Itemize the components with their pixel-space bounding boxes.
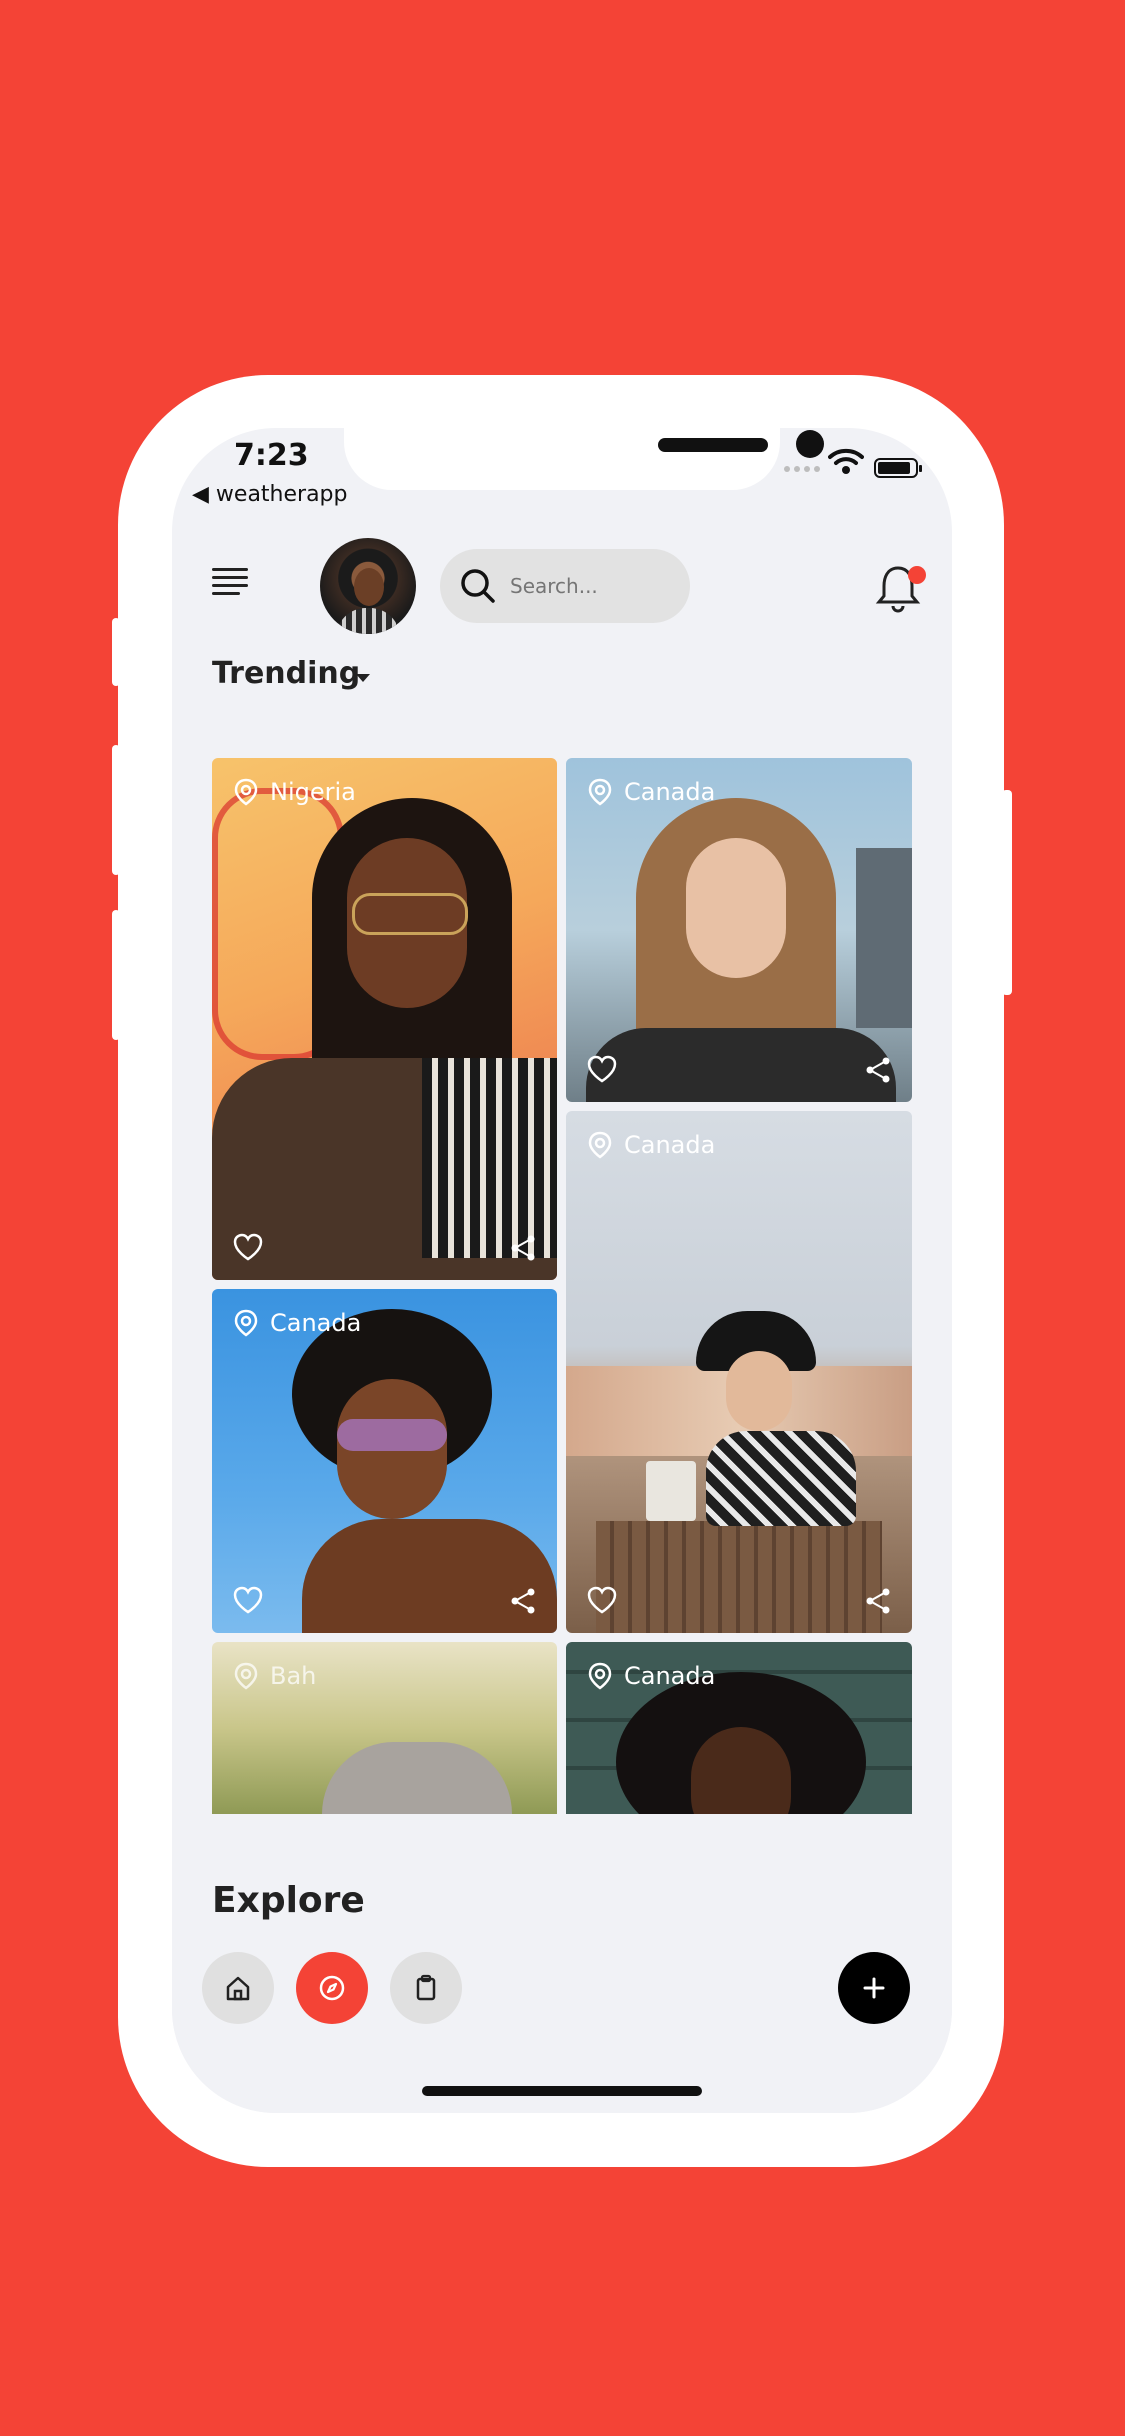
speaker xyxy=(658,438,768,452)
location-label: Canada xyxy=(232,1309,361,1337)
location-label: Canada xyxy=(586,1131,715,1159)
app-screen: 7:23 ◀ weatherapp Trending xyxy=(172,428,952,2113)
phone-side-button xyxy=(1002,790,1012,995)
share-icon[interactable] xyxy=(509,1234,537,1262)
plus-icon xyxy=(863,1977,885,1999)
search-input[interactable] xyxy=(508,573,672,599)
avatar-shirt xyxy=(336,608,400,634)
back-to-app[interactable]: ◀ weatherapp xyxy=(192,482,347,507)
face-shape xyxy=(726,1351,792,1431)
building-shape xyxy=(856,848,912,1028)
location-pin-icon xyxy=(588,1131,612,1159)
add-button[interactable] xyxy=(838,1952,910,2024)
glasses-shape xyxy=(352,893,468,935)
table-shape xyxy=(596,1521,882,1633)
hat-shape xyxy=(322,1742,512,1814)
phone-side-button xyxy=(112,910,120,1040)
shoulder-shape xyxy=(302,1519,557,1633)
search-bar[interactable] xyxy=(440,549,690,623)
menu-icon[interactable] xyxy=(212,568,248,598)
notch xyxy=(344,428,824,490)
nav-home-button[interactable] xyxy=(202,1952,274,2024)
heart-icon[interactable] xyxy=(232,1232,264,1262)
clipboard-icon xyxy=(416,1974,436,2001)
nav-explore-button[interactable] xyxy=(296,1952,368,2024)
heart-icon[interactable] xyxy=(586,1585,618,1615)
wifi-icon xyxy=(828,448,864,474)
photo-card-nigeria[interactable]: Nigeria xyxy=(212,758,557,1280)
location-pin-icon xyxy=(588,1662,612,1690)
heart-icon[interactable] xyxy=(586,1054,618,1084)
signal-icon xyxy=(784,466,820,472)
location-text: Bah xyxy=(270,1662,317,1690)
compass-icon xyxy=(319,1975,345,2001)
location-pin-icon xyxy=(588,778,612,806)
face-shape xyxy=(686,838,786,978)
share-icon[interactable] xyxy=(509,1587,537,1615)
photo-card-canada[interactable]: Canada xyxy=(566,1111,912,1633)
phone-side-button xyxy=(112,618,120,686)
sweater-shape xyxy=(706,1431,856,1526)
jacket-shape xyxy=(586,1028,896,1102)
location-text: Canada xyxy=(270,1309,362,1337)
location-pin-icon xyxy=(234,778,258,806)
phone-side-button xyxy=(112,745,120,875)
share-icon[interactable] xyxy=(864,1587,892,1615)
trending-filter[interactable]: Trending xyxy=(212,656,360,691)
share-icon[interactable] xyxy=(864,1056,892,1084)
battery-icon xyxy=(874,458,922,478)
avatar-face xyxy=(354,568,384,606)
avatar[interactable] xyxy=(320,538,416,634)
chevron-down-icon[interactable] xyxy=(356,674,370,682)
location-label: Canada xyxy=(586,1662,715,1690)
location-label: Nigeria xyxy=(232,778,356,806)
sunglasses-shape xyxy=(337,1419,447,1451)
location-pin-icon xyxy=(234,1309,258,1337)
location-label: Canada xyxy=(586,778,715,806)
section-title-explore: Explore xyxy=(212,1880,365,1921)
location-text: Nigeria xyxy=(270,778,356,806)
location-text: Canada xyxy=(624,778,716,806)
photo-card-canada[interactable]: Canada xyxy=(566,758,912,1102)
camera xyxy=(796,430,824,458)
content-mask xyxy=(172,1814,952,2113)
home-indicator[interactable] xyxy=(422,2086,702,2096)
location-label: Bah xyxy=(232,1662,316,1690)
location-text: Canada xyxy=(624,1131,716,1159)
notification-badge xyxy=(908,566,926,584)
plant-shape xyxy=(646,1461,696,1521)
search-icon xyxy=(461,569,495,603)
status-time: 7:23 xyxy=(234,438,309,473)
striped-top xyxy=(422,1058,557,1258)
home-icon xyxy=(226,1976,250,2001)
heart-icon[interactable] xyxy=(232,1585,264,1615)
photo-card-bah[interactable]: Bah xyxy=(212,1642,557,1814)
photo-card-canada[interactable]: Canada xyxy=(566,1642,912,1814)
location-text: Canada xyxy=(624,1662,716,1690)
nav-clipboard-button[interactable] xyxy=(390,1952,462,2024)
location-pin-icon xyxy=(234,1662,258,1690)
photo-card-canada[interactable]: Canada xyxy=(212,1289,557,1633)
